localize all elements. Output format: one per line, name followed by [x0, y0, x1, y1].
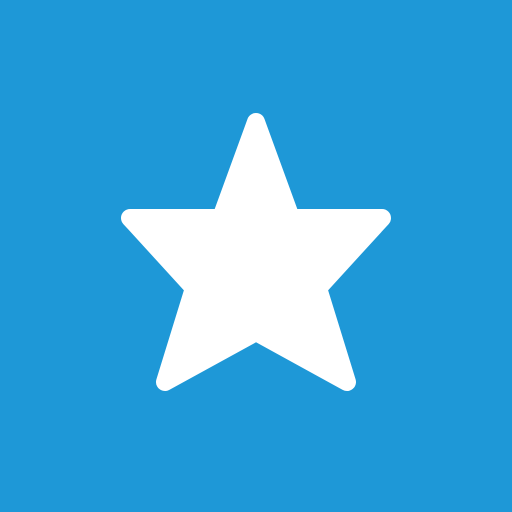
star-shape: [121, 113, 391, 391]
star-icon: [121, 113, 391, 391]
star-tile: [0, 0, 512, 512]
